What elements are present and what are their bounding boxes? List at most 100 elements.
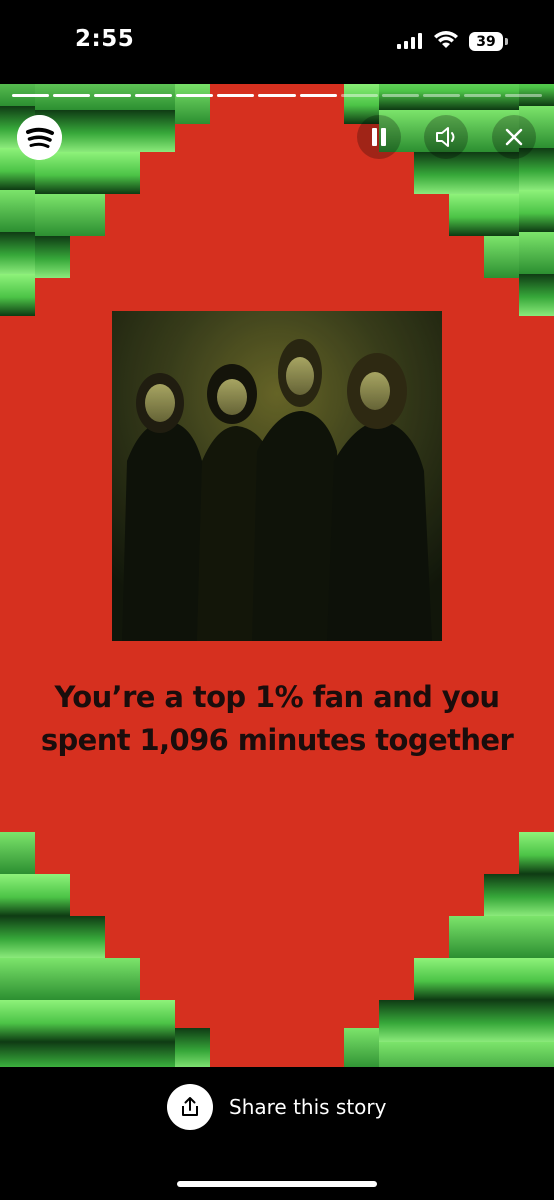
pixel-block [519,1000,554,1042]
pixel-block [0,274,35,316]
share-icon [182,1097,198,1116]
pixel-block [0,874,35,916]
pixel-block [70,152,105,194]
pixel-block [519,232,554,274]
pixel-block [379,84,414,110]
pixel-block [484,874,519,916]
pixel-block [0,832,35,874]
progress-segment [422,94,460,97]
pixel-block [519,958,554,1000]
pixel-block [414,958,449,1000]
progress-segment [299,94,337,97]
progress-segment [12,94,50,97]
battery-level: 39 [469,32,503,51]
progress-segment [258,94,296,97]
progress-segment [53,94,91,97]
story-progress [12,94,543,97]
pixel-block [449,916,484,958]
pixel-block [0,232,35,274]
close-button[interactable] [492,115,536,159]
pixel-block [105,110,140,152]
progress-segment [217,94,255,97]
battery-tip [505,38,508,45]
pause-button[interactable] [357,115,401,159]
pixel-block [484,958,519,1000]
pause-icon [372,128,386,146]
pixel-block [0,1000,35,1042]
wifi-icon [434,31,458,48]
pixel-block [449,152,484,194]
pixel-block [344,1028,379,1067]
pixel-block [0,1042,35,1067]
pixel-block [484,1000,519,1042]
progress-segment [135,94,173,97]
progress-segment [94,94,132,97]
status-bar: 2:55 39 [0,0,554,84]
pixel-block [140,110,175,152]
pixel-block [414,1042,449,1067]
pixel-block [35,874,70,916]
pixel-block [449,84,484,110]
pixel-block [105,152,140,194]
share-story-button[interactable]: Share this story [167,1084,397,1130]
pixel-block [70,110,105,152]
pixel-block [70,194,105,236]
pixel-block [484,236,519,278]
pixel-block [379,1000,414,1042]
pixel-block [484,84,519,110]
pixel-block [105,84,140,110]
progress-segment [504,94,543,97]
pixel-block [484,194,519,236]
battery-indicator: 39 [469,32,509,52]
pixel-block [105,958,140,1000]
pixel-block [519,190,554,232]
pixel-block [70,1000,105,1042]
progress-segment [176,94,214,97]
pixel-block [35,1000,70,1042]
pixel-block [140,1042,175,1067]
pixel-block [0,916,35,958]
pixel-block [35,194,70,236]
share-story-label: Share this story [229,1095,387,1119]
cellular-signal-icon [397,33,422,49]
artist-photo [112,311,442,641]
pixel-block [35,916,70,958]
spotify-logo[interactable] [17,115,62,160]
pixel-block [105,1000,140,1042]
share-icon-circle [167,1084,213,1130]
pixel-block [449,1042,484,1067]
volume-icon [436,127,455,147]
pixel-block [519,916,554,958]
status-time: 2:55 [75,26,135,52]
pixel-block [70,1042,105,1067]
pixel-block [35,236,70,278]
pixel-block [140,84,175,110]
pixel-block [0,190,35,232]
pixel-block [484,916,519,958]
pixel-block [519,1042,554,1067]
pixel-block [0,958,35,1000]
progress-segment [381,94,419,97]
volume-button[interactable] [424,115,468,159]
pixel-block [449,1000,484,1042]
pixel-block [35,84,70,110]
progress-segment [463,94,501,97]
pixel-block [484,1042,519,1067]
pixel-block [35,1042,70,1067]
pixel-block [175,84,210,124]
pixel-block [70,916,105,958]
pixel-block [414,84,449,110]
pixel-block [70,958,105,1000]
close-icon [505,128,523,146]
pixel-block [414,1000,449,1042]
pixel-block [105,1042,140,1067]
pixel-block [449,194,484,236]
progress-segment [340,94,378,97]
pixel-block [519,874,554,916]
pixel-block [35,958,70,1000]
pixel-block [519,274,554,316]
pixel-block [449,958,484,1000]
home-indicator [177,1181,377,1187]
pixel-block [175,1028,210,1067]
pixel-block [519,832,554,874]
